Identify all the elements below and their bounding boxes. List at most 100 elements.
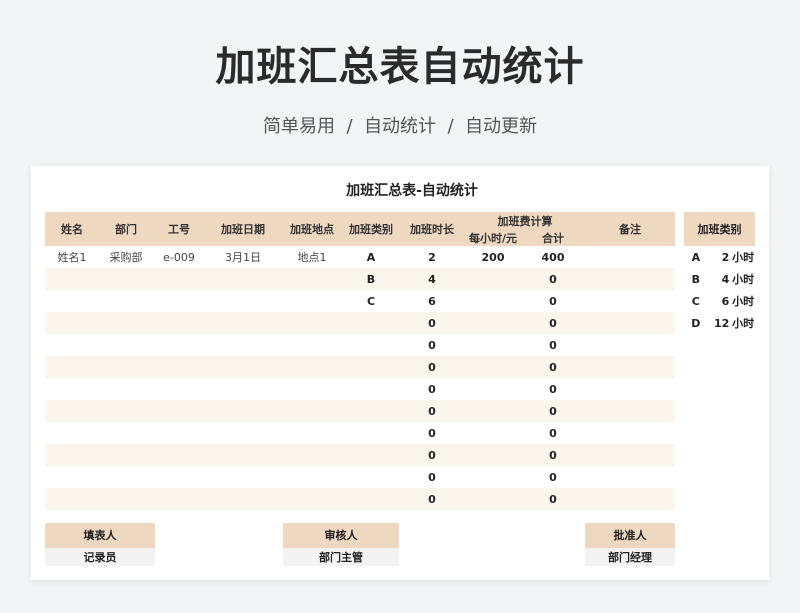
cell-location[interactable]	[281, 466, 343, 488]
cell-name[interactable]	[45, 312, 99, 334]
cell-date[interactable]	[205, 466, 281, 488]
cell-category[interactable]	[343, 312, 399, 334]
cell-location[interactable]	[281, 422, 343, 444]
cell-category[interactable]	[343, 422, 399, 444]
cell-total[interactable]: 0	[521, 268, 585, 290]
category-value[interactable]: 6	[707, 290, 732, 312]
cell-total[interactable]: 400	[521, 246, 585, 268]
cell-date[interactable]	[205, 334, 281, 356]
cell-name[interactable]	[45, 356, 99, 378]
cell-hours[interactable]: 4	[399, 268, 465, 290]
cell-name[interactable]	[45, 466, 99, 488]
category-value[interactable]: 4	[707, 268, 732, 290]
cell-remark[interactable]	[585, 466, 675, 488]
cell-per-hour[interactable]	[465, 444, 521, 466]
cell-total[interactable]: 0	[521, 356, 585, 378]
cell-id[interactable]	[153, 444, 205, 466]
cell-location[interactable]	[281, 268, 343, 290]
cell-per-hour[interactable]	[465, 466, 521, 488]
cell-id[interactable]	[153, 312, 205, 334]
cell-total[interactable]: 0	[521, 290, 585, 312]
cell-location[interactable]	[281, 488, 343, 510]
cell-hours[interactable]: 6	[399, 290, 465, 312]
cell-dept[interactable]	[99, 466, 153, 488]
cell-category[interactable]	[343, 466, 399, 488]
cell-dept[interactable]	[99, 422, 153, 444]
cell-per-hour[interactable]	[465, 422, 521, 444]
cell-remark[interactable]	[585, 378, 675, 400]
cell-total[interactable]: 0	[521, 334, 585, 356]
cell-location[interactable]: 地点1	[281, 246, 343, 268]
cell-name[interactable]	[45, 400, 99, 422]
cell-remark[interactable]	[585, 334, 675, 356]
cell-per-hour[interactable]: 200	[465, 246, 521, 268]
cell-dept[interactable]	[99, 444, 153, 466]
cell-date[interactable]	[205, 400, 281, 422]
cell-date[interactable]	[205, 312, 281, 334]
cell-id[interactable]	[153, 422, 205, 444]
cell-per-hour[interactable]	[465, 378, 521, 400]
category-unit[interactable]: 小时	[731, 290, 755, 312]
cell-name[interactable]	[45, 488, 99, 510]
cell-remark[interactable]	[585, 290, 675, 312]
cell-name[interactable]	[45, 378, 99, 400]
cell-category[interactable]: A	[343, 246, 399, 268]
cell-hours[interactable]: 0	[399, 422, 465, 444]
cell-category[interactable]	[343, 378, 399, 400]
category-unit[interactable]: 小时	[731, 312, 755, 334]
cell-id[interactable]	[153, 290, 205, 312]
cell-total[interactable]: 0	[521, 312, 585, 334]
cell-name[interactable]	[45, 268, 99, 290]
cell-category[interactable]	[343, 356, 399, 378]
cell-remark[interactable]	[585, 268, 675, 290]
cell-id[interactable]	[153, 356, 205, 378]
cell-id[interactable]	[153, 268, 205, 290]
cell-id[interactable]: e-009	[153, 246, 205, 268]
cell-date[interactable]: 3月1日	[205, 246, 281, 268]
cell-date[interactable]	[205, 378, 281, 400]
cell-hours[interactable]: 0	[399, 378, 465, 400]
cell-dept[interactable]	[99, 334, 153, 356]
cell-location[interactable]	[281, 356, 343, 378]
cell-remark[interactable]	[585, 444, 675, 466]
cell-name[interactable]	[45, 444, 99, 466]
cell-hours[interactable]: 2	[399, 246, 465, 268]
cell-id[interactable]	[153, 334, 205, 356]
cell-id[interactable]	[153, 400, 205, 422]
category-value[interactable]: 12	[707, 312, 732, 334]
cell-total[interactable]: 0	[521, 488, 585, 510]
cell-per-hour[interactable]	[465, 290, 521, 312]
cell-date[interactable]	[205, 488, 281, 510]
cell-hours[interactable]: 0	[399, 466, 465, 488]
cell-remark[interactable]	[585, 356, 675, 378]
category-key[interactable]: A	[684, 246, 708, 268]
cell-name[interactable]	[45, 334, 99, 356]
cell-name[interactable]	[45, 290, 99, 312]
cell-location[interactable]	[281, 290, 343, 312]
cell-category[interactable]	[343, 400, 399, 422]
category-unit[interactable]: 小时	[731, 246, 755, 268]
cell-dept[interactable]	[99, 290, 153, 312]
cell-date[interactable]	[205, 422, 281, 444]
cell-dept[interactable]: 采购部	[99, 246, 153, 268]
cell-name[interactable]	[45, 422, 99, 444]
cell-category[interactable]	[343, 488, 399, 510]
category-value[interactable]: 2	[707, 246, 732, 268]
cell-per-hour[interactable]	[465, 356, 521, 378]
cell-per-hour[interactable]	[465, 312, 521, 334]
cell-remark[interactable]	[585, 400, 675, 422]
cell-date[interactable]	[205, 268, 281, 290]
cell-dept[interactable]	[99, 356, 153, 378]
category-key[interactable]: B	[684, 268, 708, 290]
cell-hours[interactable]: 0	[399, 444, 465, 466]
cell-location[interactable]	[281, 400, 343, 422]
cell-remark[interactable]	[585, 312, 675, 334]
cell-dept[interactable]	[99, 312, 153, 334]
cell-remark[interactable]	[585, 422, 675, 444]
cell-date[interactable]	[205, 444, 281, 466]
category-unit[interactable]: 小时	[731, 268, 755, 290]
cell-category[interactable]: C	[343, 290, 399, 312]
cell-hours[interactable]: 0	[399, 400, 465, 422]
cell-total[interactable]: 0	[521, 444, 585, 466]
reviewer-value[interactable]: 部门主管	[283, 548, 399, 566]
